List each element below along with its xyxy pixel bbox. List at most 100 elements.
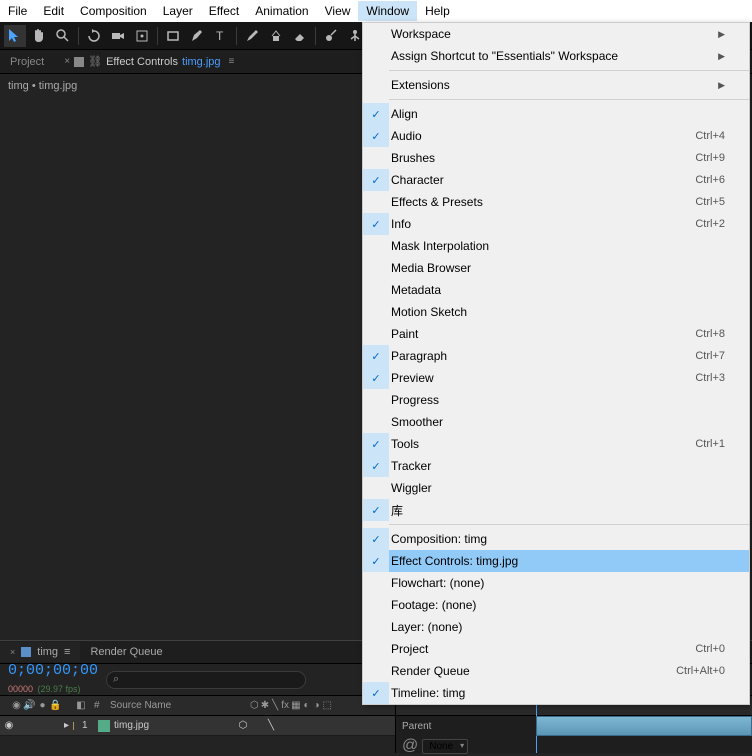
menu-item-flowchart-none-[interactable]: Flowchart: (none) xyxy=(363,572,749,594)
audio-icon[interactable]: 🔊 xyxy=(25,701,35,711)
visibility-toggle[interactable]: ◉ xyxy=(4,721,14,731)
check-icon xyxy=(363,74,389,96)
collapse-icon[interactable]: ✱ xyxy=(261,701,269,711)
menu-item-render-queue[interactable]: Render QueueCtrl+Alt+0 xyxy=(363,660,749,682)
check-icon xyxy=(363,301,389,323)
check-icon xyxy=(363,616,389,638)
window-menu-dropdown: Workspace▶Assign Shortcut to "Essentials… xyxy=(362,22,750,705)
menu-item-tools[interactable]: ✓ToolsCtrl+1 xyxy=(363,433,749,455)
rotation-tool[interactable] xyxy=(83,25,105,47)
panel-icon xyxy=(74,57,84,67)
check-icon xyxy=(363,279,389,301)
menu-item-align[interactable]: ✓Align xyxy=(363,103,749,125)
menu-item-progress[interactable]: Progress xyxy=(363,389,749,411)
selection-tool[interactable] xyxy=(4,25,26,47)
check-icon xyxy=(363,191,389,213)
menu-item-project[interactable]: ProjectCtrl+0 xyxy=(363,638,749,660)
pickwhip-icon[interactable]: @ xyxy=(402,737,418,755)
chevron-right-icon: ▶ xyxy=(710,80,725,91)
panel-menu-icon[interactable]: ≡ xyxy=(225,56,239,67)
menu-item-tracker[interactable]: ✓Tracker xyxy=(363,455,749,477)
check-icon xyxy=(363,477,389,499)
menu-item-character[interactable]: ✓CharacterCtrl+6 xyxy=(363,169,749,191)
eraser-tool[interactable] xyxy=(289,25,311,47)
3d-icon[interactable]: ⬚ xyxy=(323,701,332,711)
effect-controls-tab[interactable]: × ⛓ Effect Controls timg.jpg ≡ xyxy=(54,51,248,72)
menu-item--[interactable]: ✓库 xyxy=(363,499,749,521)
menu-item-effects-presets[interactable]: Effects & PresetsCtrl+5 xyxy=(363,191,749,213)
layer-search[interactable]: ⌕ xyxy=(106,671,306,689)
menubar: FileEditCompositionLayerEffectAnimationV… xyxy=(0,0,752,22)
check-icon: ✓ xyxy=(363,528,389,550)
menu-item-smoother[interactable]: Smoother xyxy=(363,411,749,433)
label-color[interactable] xyxy=(73,722,74,730)
check-icon xyxy=(363,660,389,682)
menu-item-footage-none-[interactable]: Footage: (none) xyxy=(363,594,749,616)
parent-dropdown[interactable]: None xyxy=(422,739,468,754)
check-icon: ✓ xyxy=(363,455,389,477)
menu-edit[interactable]: Edit xyxy=(35,1,72,21)
hand-tool[interactable] xyxy=(28,25,50,47)
panel-menu-icon[interactable]: ≡ xyxy=(64,646,70,658)
zoom-tool[interactable] xyxy=(52,25,74,47)
motion-blur-icon[interactable]: ◐ xyxy=(303,701,311,711)
menu-help[interactable]: Help xyxy=(417,1,458,21)
menu-item-mask-interpolation[interactable]: Mask Interpolation xyxy=(363,235,749,257)
close-icon[interactable]: × xyxy=(64,56,70,67)
menu-item-brushes[interactable]: BrushesCtrl+9 xyxy=(363,147,749,169)
anchor-point-tool[interactable] xyxy=(131,25,153,47)
menu-file[interactable]: File xyxy=(0,1,35,21)
layer-duration-bar[interactable] xyxy=(536,716,752,736)
timeline-comp-tab[interactable]: × timg ≡ xyxy=(0,642,80,662)
check-icon xyxy=(363,389,389,411)
menu-item-workspace[interactable]: Workspace▶ xyxy=(363,23,749,45)
menu-item-extensions[interactable]: Extensions▶ xyxy=(363,74,749,96)
menu-layer[interactable]: Layer xyxy=(155,1,201,21)
menu-item-motion-sketch[interactable]: Motion Sketch xyxy=(363,301,749,323)
menu-item-paragraph[interactable]: ✓ParagraphCtrl+7 xyxy=(363,345,749,367)
visibility-icon[interactable]: ◉ xyxy=(12,701,22,711)
close-icon[interactable]: × xyxy=(10,647,15,657)
camera-tool[interactable] xyxy=(107,25,129,47)
check-icon: ✓ xyxy=(363,367,389,389)
timecode[interactable]: 0;00;00;00 xyxy=(8,662,98,679)
layer-thumb xyxy=(98,720,110,732)
check-icon xyxy=(363,147,389,169)
lock-icon[interactable]: 🔒 xyxy=(51,701,61,711)
menu-composition[interactable]: Composition xyxy=(72,1,155,21)
menu-item-audio[interactable]: ✓AudioCtrl+4 xyxy=(363,125,749,147)
menu-animation[interactable]: Animation xyxy=(247,1,316,21)
menu-item-wiggler[interactable]: Wiggler xyxy=(363,477,749,499)
menu-window[interactable]: Window xyxy=(358,1,417,21)
frame-blend-icon[interactable]: ▦ xyxy=(291,701,300,711)
menu-item-layer-none-[interactable]: Layer: (none) xyxy=(363,616,749,638)
check-icon: ✓ xyxy=(363,433,389,455)
menu-item-paint[interactable]: PaintCtrl+8 xyxy=(363,323,749,345)
roto-brush-tool[interactable] xyxy=(320,25,342,47)
fx-icon[interactable]: fx xyxy=(281,701,289,711)
rectangle-tool[interactable] xyxy=(162,25,184,47)
shy-icon[interactable]: ⬡ xyxy=(250,701,259,711)
menu-item-info[interactable]: ✓InfoCtrl+2 xyxy=(363,213,749,235)
menu-item-composition-timg[interactable]: ✓Composition: timg xyxy=(363,528,749,550)
menu-item-assign-shortcut-to-essentials-workspace[interactable]: Assign Shortcut to "Essentials" Workspac… xyxy=(363,45,749,67)
check-icon: ✓ xyxy=(363,682,389,704)
render-queue-tab[interactable]: Render Queue xyxy=(80,642,172,662)
check-icon: ✓ xyxy=(363,550,389,572)
menu-view[interactable]: View xyxy=(317,1,359,21)
menu-item-timeline-timg[interactable]: ✓Timeline: timg xyxy=(363,682,749,704)
menu-item-preview[interactable]: ✓PreviewCtrl+3 xyxy=(363,367,749,389)
label-icon[interactable]: ◧ xyxy=(76,701,86,711)
pen-tool[interactable] xyxy=(186,25,208,47)
text-tool[interactable]: T xyxy=(210,25,232,47)
menu-item-effect-controls-timg-jpg[interactable]: ✓Effect Controls: timg.jpg xyxy=(363,550,749,572)
menu-effect[interactable]: Effect xyxy=(201,1,247,21)
menu-item-media-browser[interactable]: Media Browser xyxy=(363,257,749,279)
brush-tool[interactable] xyxy=(241,25,263,47)
quality-icon[interactable]: ╲ xyxy=(271,701,279,711)
adjustment-icon[interactable]: ◑ xyxy=(313,701,321,711)
project-tab[interactable]: Project xyxy=(0,52,54,72)
clone-stamp-tool[interactable] xyxy=(265,25,287,47)
menu-item-metadata[interactable]: Metadata xyxy=(363,279,749,301)
solo-icon[interactable]: ● xyxy=(38,701,48,711)
